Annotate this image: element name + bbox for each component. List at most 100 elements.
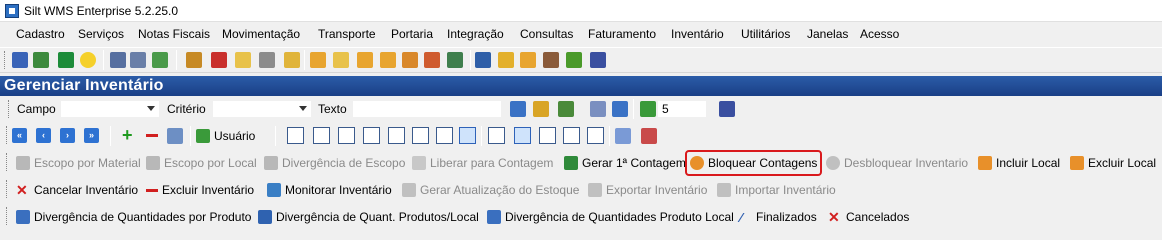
door-icon[interactable] <box>590 52 606 68</box>
network-icon[interactable] <box>130 52 146 68</box>
folder-edit-icon[interactable] <box>333 52 349 68</box>
users-icon[interactable] <box>543 52 559 68</box>
menu-faturamento[interactable]: Faturamento <box>588 27 656 41</box>
prev-record-icon[interactable]: ‹ <box>36 128 51 143</box>
menu-acesso[interactable]: Acesso <box>860 27 899 41</box>
remove-icon[interactable] <box>146 134 158 137</box>
menu-transporte[interactable]: Transporte <box>318 27 376 41</box>
toolbar-grip[interactable] <box>4 51 7 69</box>
location-icon <box>146 156 160 170</box>
layout-top-icon[interactable] <box>363 127 380 144</box>
smiley-icon[interactable] <box>80 52 96 68</box>
money-icon[interactable] <box>58 52 74 68</box>
next-record-icon[interactable]: › <box>60 128 75 143</box>
calendar-icon[interactable] <box>510 101 526 117</box>
excluir-local-button[interactable]: Excluir Local <box>1070 152 1156 174</box>
toolbar-grip[interactable] <box>8 100 11 118</box>
excluir-inventario-button[interactable]: Excluir Inventário <box>146 179 254 201</box>
filter-key-icon[interactable] <box>533 101 549 117</box>
door-icon[interactable] <box>719 101 735 117</box>
chart-icon[interactable] <box>612 101 628 117</box>
layout-full-icon[interactable] <box>287 127 304 144</box>
list-icon[interactable] <box>447 52 463 68</box>
folder-doc-icon[interactable] <box>380 52 396 68</box>
toolbar-grip[interactable] <box>6 153 9 171</box>
count-input[interactable]: 5 <box>657 100 707 118</box>
cancelados-button[interactable]: ✕ Cancelados <box>828 206 909 228</box>
toolbar-grip[interactable] <box>6 126 9 144</box>
liberar-contagem-button[interactable]: Liberar para Contagem <box>412 152 553 174</box>
monitorar-inventario-button[interactable]: Monitorar Inventário <box>267 179 392 201</box>
stock-icon[interactable] <box>152 52 168 68</box>
frame-icon[interactable] <box>587 127 604 144</box>
menu-servicos[interactable]: Serviços <box>78 27 124 41</box>
button-label: Cancelados <box>846 210 910 224</box>
finalizados-button[interactable]: ⁄ Finalizados <box>740 206 817 228</box>
gerar-atualizacao-button[interactable]: Gerar Atualização do Estoque <box>402 179 579 201</box>
folder-open-icon[interactable] <box>357 52 373 68</box>
refresh-icon[interactable] <box>640 101 656 117</box>
copy-icon[interactable] <box>615 128 631 144</box>
filter-grid-icon[interactable] <box>436 127 453 144</box>
document-icon[interactable] <box>641 128 657 144</box>
card-view-icon[interactable] <box>514 127 531 144</box>
edit-icon[interactable] <box>167 128 183 144</box>
menu-movimentacao[interactable]: Movimentação <box>222 27 300 41</box>
usuario-button[interactable]: Usuário <box>196 125 255 147</box>
texto-input[interactable] <box>352 100 502 118</box>
user-add-icon[interactable] <box>475 52 491 68</box>
divergencia-produto-button[interactable]: Divergência de Quantidades por Produto <box>16 206 251 228</box>
magnifier-icon[interactable] <box>284 52 300 68</box>
menu-utilitarios[interactable]: Utilitários <box>741 27 790 41</box>
tree-view-icon[interactable] <box>539 127 556 144</box>
toolbar-grip[interactable] <box>6 180 9 198</box>
grid-icon[interactable] <box>12 52 28 68</box>
menu-notas-fiscais[interactable]: Notas Fiscais <box>138 27 210 41</box>
windows-icon[interactable] <box>488 127 505 144</box>
escopo-material-button[interactable]: Escopo por Material <box>16 152 141 174</box>
printer-icon[interactable] <box>259 52 275 68</box>
divergencia-produtos-local-button[interactable]: Divergência de Quant. Produtos/Local <box>258 206 479 228</box>
toolbar-grip[interactable] <box>6 207 9 225</box>
pencil-icon[interactable] <box>566 52 582 68</box>
last-record-icon[interactable]: » <box>84 128 99 143</box>
menu-cadastro[interactable]: Cadastro <box>16 27 65 41</box>
transfer-icon[interactable] <box>424 52 440 68</box>
add-icon[interactable]: + <box>122 125 133 146</box>
folder-arrow-icon[interactable] <box>310 52 326 68</box>
grid-lines-icon[interactable] <box>459 127 476 144</box>
divergencia-escopo-button[interactable]: Divergência de Escopo <box>264 152 405 174</box>
menu-portaria[interactable]: Portaria <box>391 27 433 41</box>
lock-icon[interactable] <box>498 52 514 68</box>
layout-split-icon[interactable] <box>388 127 405 144</box>
layout-bottom-icon[interactable] <box>338 127 355 144</box>
gerar-contagem-button[interactable]: Gerar 1ª Contagem <box>564 152 686 174</box>
routing-icon[interactable] <box>110 52 126 68</box>
desbloquear-inventario-button[interactable]: Desbloquear Inventario <box>826 152 968 174</box>
link-view-icon[interactable] <box>563 127 580 144</box>
tree-icon[interactable] <box>33 52 49 68</box>
cancelar-inventario-button[interactable]: ✕ Cancelar Inventário <box>16 179 138 201</box>
campo-select[interactable] <box>60 100 160 118</box>
first-record-icon[interactable]: « <box>12 128 27 143</box>
folder-key-icon[interactable] <box>520 52 536 68</box>
incluir-local-button[interactable]: Incluir Local <box>978 152 1060 174</box>
column-icon[interactable] <box>412 127 429 144</box>
menu-inventario[interactable]: Inventário <box>671 27 724 41</box>
book-icon[interactable] <box>186 52 202 68</box>
divergencia-produto-local-button[interactable]: Divergência de Quantidades Produto Local <box>487 206 734 228</box>
export-icon[interactable] <box>558 101 574 117</box>
importar-inventario-button[interactable]: Importar Inventário <box>717 179 836 201</box>
criterio-select[interactable] <box>212 100 312 118</box>
bloquear-contagens-button[interactable]: Bloquear Contagens <box>684 150 823 176</box>
layout-left-icon[interactable] <box>313 127 330 144</box>
menu-janelas[interactable]: Janelas <box>807 27 848 41</box>
hand-icon[interactable] <box>402 52 418 68</box>
menu-consultas[interactable]: Consultas <box>520 27 573 41</box>
house-icon[interactable] <box>211 52 227 68</box>
escopo-local-button[interactable]: Escopo por Local <box>146 152 257 174</box>
exportar-inventario-button[interactable]: Exportar Inventário <box>588 179 707 201</box>
menu-integracao[interactable]: Integração <box>447 27 504 41</box>
search-icon[interactable] <box>235 52 251 68</box>
doc-search-icon[interactable] <box>590 101 606 117</box>
